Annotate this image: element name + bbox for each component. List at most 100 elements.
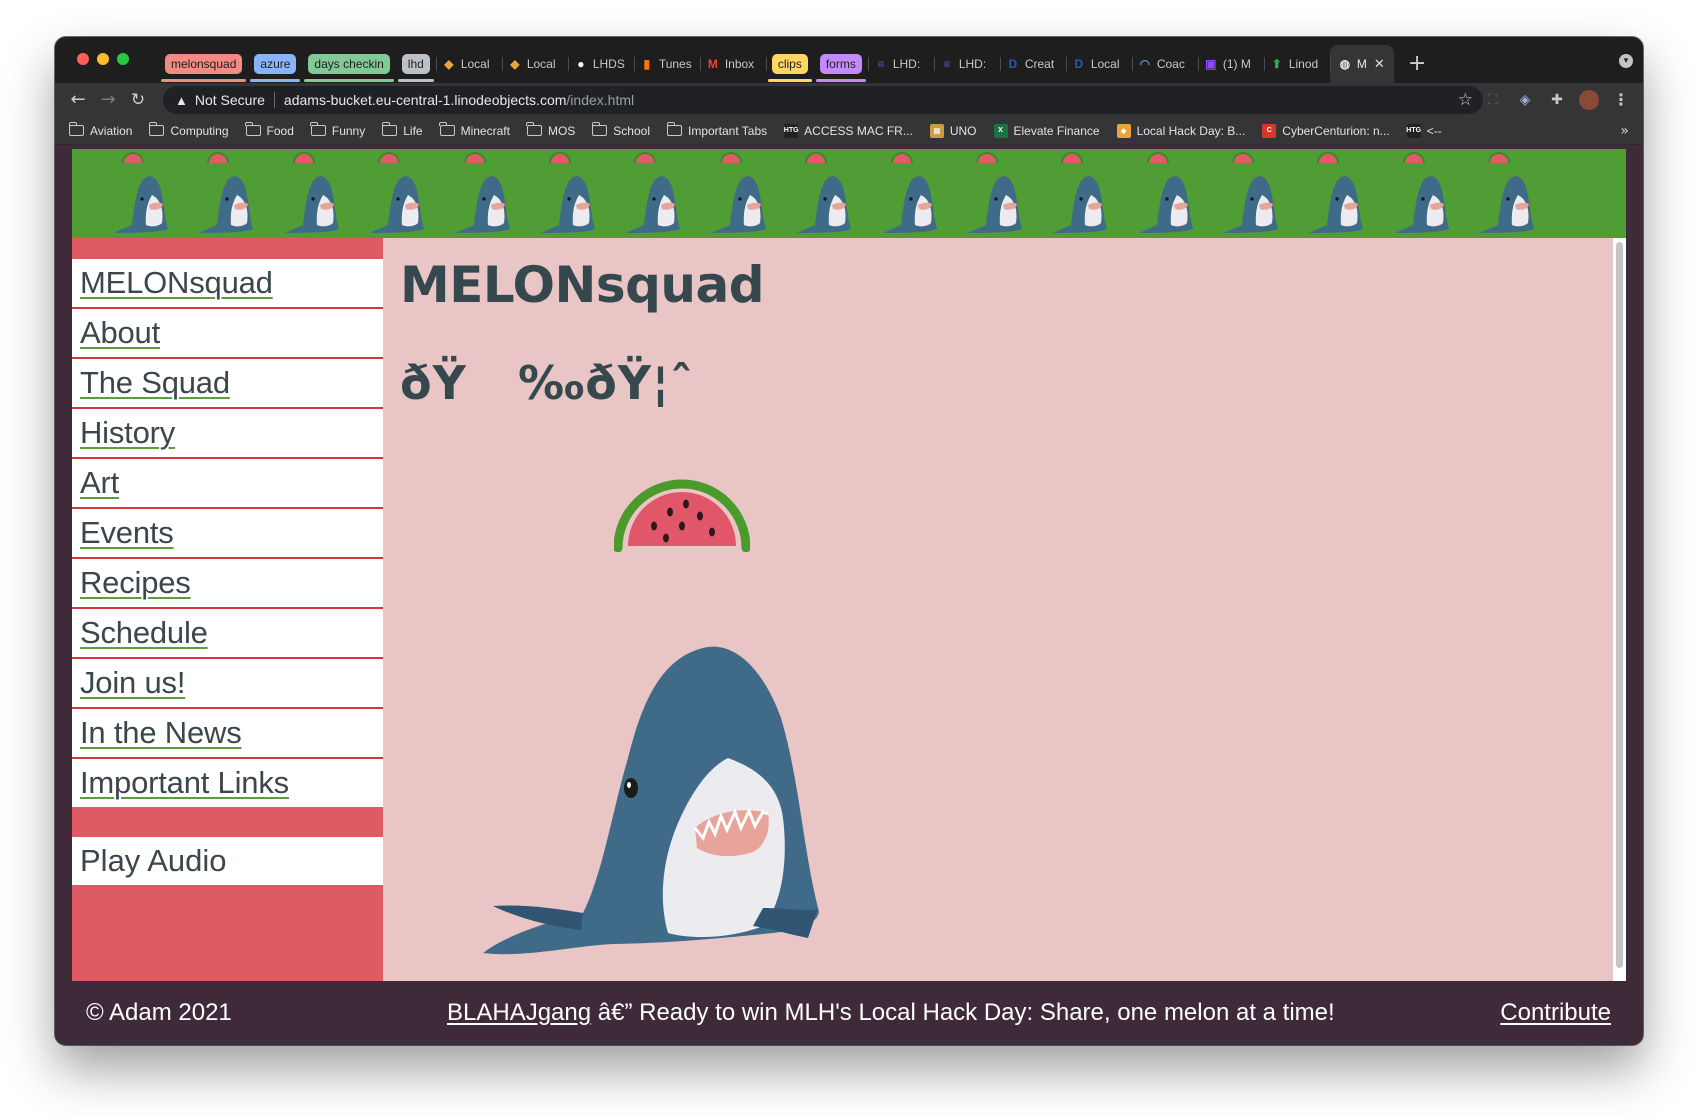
tab-title: Tunes xyxy=(658,57,692,71)
new-tab-icon[interactable]: + xyxy=(1408,53,1426,75)
tab[interactable]: D Creat xyxy=(999,45,1066,83)
extension-alien-icon[interactable]: ◈ xyxy=(1515,90,1535,110)
bookmark-item[interactable]: X Elevate Finance xyxy=(993,123,1100,138)
nav-link-the-squad[interactable]: The Squad xyxy=(72,359,383,409)
tab-strip: melonsquad azure days checkin lhd ◆ Local ◆ Loc… xyxy=(55,37,1643,83)
back-icon[interactable]: ← xyxy=(67,89,89,111)
nav-link-history[interactable]: History xyxy=(72,409,383,459)
nav-link-important-links[interactable]: Important Links xyxy=(72,759,383,807)
folder-icon xyxy=(68,122,84,136)
shark-icon xyxy=(112,169,170,239)
tab-group-forms[interactable]: forms xyxy=(814,45,868,83)
tab[interactable]: ◆ Local xyxy=(501,45,568,83)
tab-group-days-checkin[interactable]: days checkin xyxy=(302,45,395,83)
tab-title: Local xyxy=(460,57,490,71)
close-window-button[interactable] xyxy=(77,53,89,65)
page-scrollbar[interactable] xyxy=(1613,238,1626,981)
tab[interactable]: ⬆ Linod xyxy=(1263,45,1330,83)
bookmark-label: Food xyxy=(266,123,294,138)
bookmark-item[interactable]: ▤ UNO xyxy=(929,123,977,138)
watermelon-icon xyxy=(975,152,998,163)
tab[interactable]: ≡ LHD: xyxy=(867,45,934,83)
banner-tile xyxy=(781,149,866,238)
tab-group-label: azure xyxy=(254,54,297,74)
tab[interactable]: ▣ (1) M xyxy=(1197,45,1264,83)
bookmark-item[interactable]: Computing xyxy=(148,122,229,138)
bookmark-item[interactable]: ◆ Local Hack Day: B... xyxy=(1116,123,1245,138)
bookmark-item[interactable]: Funny xyxy=(310,122,365,138)
folder-icon xyxy=(526,122,542,136)
bookmarks-overflow-icon[interactable]: » xyxy=(1620,123,1629,139)
tab-group-lhd[interactable]: lhd xyxy=(396,45,436,83)
tab-active[interactable]: ◍ M ✕ xyxy=(1329,45,1394,83)
url-path: /index.html xyxy=(566,92,635,108)
url-host: adams-bucket.eu-central-1.linodeobjects.… xyxy=(283,92,567,108)
bookmark-item[interactable]: Life xyxy=(381,122,423,138)
bookmark-item[interactable]: HTG ACCESS MAC FR... xyxy=(784,123,913,138)
nav-link-in-the-news[interactable]: In the News xyxy=(72,709,383,759)
nav-link-melonsquad[interactable]: MELONsquad xyxy=(72,259,383,309)
nav-link-schedule[interactable]: Schedule xyxy=(72,609,383,659)
bookmark-label: MOS xyxy=(547,123,576,138)
profile-avatar[interactable] xyxy=(1579,90,1599,110)
tab[interactable]: ◆ Local xyxy=(435,45,502,83)
tab[interactable]: M Inbox xyxy=(699,45,766,83)
forward-icon[interactable]: → xyxy=(97,89,119,111)
extension-screenshot-icon[interactable]: ⛶ xyxy=(1483,90,1503,110)
contribute-link[interactable]: Contribute xyxy=(1500,999,1611,1027)
extensions-puzzle-icon[interactable]: ✚ xyxy=(1547,90,1567,110)
tabs: melonsquad azure days checkin lhd ◆ Local ◆ Loc… xyxy=(159,45,1579,83)
maximize-window-button[interactable] xyxy=(117,53,129,65)
tab-group-underline xyxy=(397,79,434,82)
shark-icon xyxy=(539,169,597,239)
tab-group-label: melonsquad xyxy=(165,54,243,74)
watermelon-slice-image xyxy=(614,479,750,552)
reload-icon[interactable]: ↻ xyxy=(127,89,149,111)
nav-link-about[interactable]: About xyxy=(72,309,383,359)
banner-tile xyxy=(1464,149,1549,238)
tab-title: LHD: xyxy=(892,57,921,71)
kebab-menu-icon[interactable]: ⋮ xyxy=(1611,90,1631,110)
tab[interactable]: ≡ LHD: xyxy=(933,45,1000,83)
nav-link-events[interactable]: Events xyxy=(72,509,383,559)
security-label[interactable]: Not Secure xyxy=(195,92,265,108)
bookmark-item[interactable]: Food xyxy=(245,122,294,138)
bookmark-star-icon[interactable]: ☆ xyxy=(1458,90,1473,110)
shark-icon xyxy=(454,169,512,239)
d-icon: D xyxy=(1008,57,1018,71)
bookmark-item[interactable]: School xyxy=(591,122,650,138)
shark-icon xyxy=(881,169,939,239)
folder-icon xyxy=(591,122,608,136)
tab[interactable]: ▮ Tunes xyxy=(633,45,700,83)
nav-link-art[interactable]: Art xyxy=(72,459,383,509)
sidebar: MELONsquad About The Squad History Art Events… xyxy=(72,238,383,981)
bookmark-item[interactable]: MOS xyxy=(526,122,576,138)
tab[interactable]: ● LHDS xyxy=(567,45,634,83)
tab-search-icon[interactable]: ▾ xyxy=(1619,54,1633,68)
bookmark-label: Elevate Finance xyxy=(1013,123,1100,138)
scrollbar-thumb[interactable] xyxy=(1616,242,1623,968)
htg-icon: HTG xyxy=(784,123,799,138)
minimize-window-button[interactable] xyxy=(97,53,109,65)
blahajgang-link[interactable]: BLAHAJgang xyxy=(447,999,591,1026)
address-bar[interactable]: ▲ Not Secure adams-bucket.eu-central-1.l… xyxy=(163,86,1483,114)
bookmark-item[interactable]: HTG <-- xyxy=(1406,123,1442,138)
tab-group-azure[interactable]: azure xyxy=(248,45,302,83)
tab[interactable]: ◠ Coac xyxy=(1131,45,1198,83)
play-audio-button[interactable]: Play Audio xyxy=(72,837,383,885)
nav-link-recipes[interactable]: Recipes xyxy=(72,559,383,609)
tab[interactable]: D Local xyxy=(1065,45,1132,83)
tab-group-melonsquad[interactable]: melonsquad xyxy=(159,45,248,83)
watermelon-icon xyxy=(634,152,657,163)
banner-tile xyxy=(98,149,183,238)
bookmark-item[interactable]: Important Tabs xyxy=(666,122,767,138)
banner-tile xyxy=(1293,149,1378,238)
bookmark-item[interactable]: C CyberCenturion: n... xyxy=(1262,123,1390,138)
bookmark-item[interactable]: Minecraft xyxy=(439,122,510,138)
tab-title: Inbox xyxy=(724,57,755,71)
tab-group-underline xyxy=(161,79,247,82)
nav-link-join-us[interactable]: Join us! xyxy=(72,659,383,709)
bookmark-item[interactable]: Aviation xyxy=(68,122,132,138)
tab-close-icon[interactable]: ✕ xyxy=(1374,57,1385,72)
tab-group-clips[interactable]: clips xyxy=(765,45,814,83)
